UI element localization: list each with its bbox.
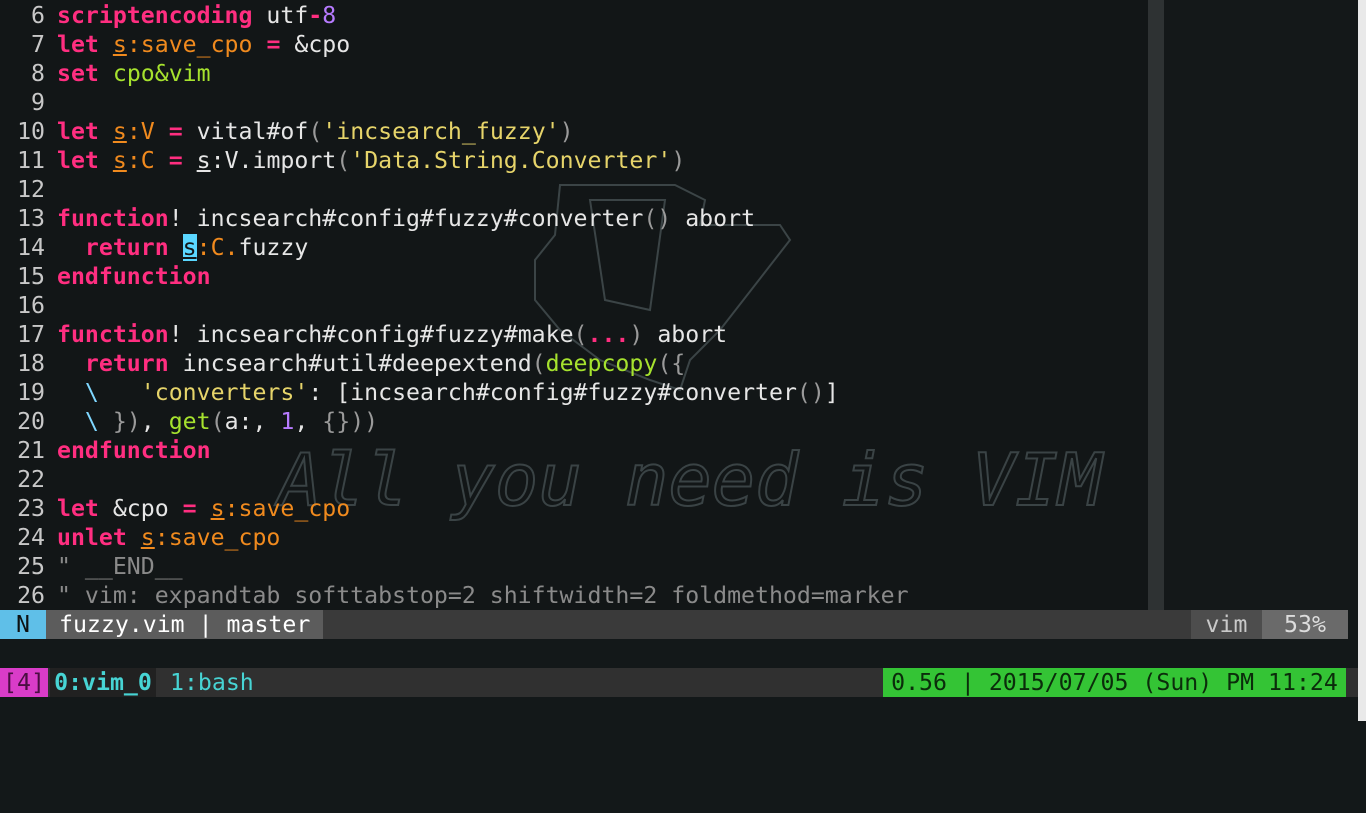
vim-statusline: N fuzzy.vim | master vim 53% bbox=[0, 610, 1348, 639]
code-line[interactable]: 9 bbox=[0, 88, 1148, 117]
line-number: 15 bbox=[17, 263, 45, 290]
code-line[interactable]: 16 bbox=[0, 291, 1148, 320]
scroll-percentage: 53% bbox=[1262, 610, 1348, 639]
line-number: 22 bbox=[17, 466, 45, 493]
line-content: let &cpo = s:save_cpo bbox=[57, 495, 351, 522]
code-line[interactable]: 12 bbox=[0, 175, 1148, 204]
line-number: 26 bbox=[17, 582, 45, 609]
code-line[interactable]: 11 let s:C = s:V.import('Data.String.Conv… bbox=[0, 146, 1148, 175]
line-number: 17 bbox=[17, 321, 45, 348]
line-content: \ 'converters': [incsearch#config#fuzzy#… bbox=[84, 379, 839, 406]
code-line[interactable]: 10 let s:V = vital#of('incsearch_fuzzy') bbox=[0, 117, 1148, 146]
code-line[interactable]: 17 function! incsearch#config#fuzzy#make(… bbox=[0, 320, 1148, 349]
line-content: let s:save_cpo = &cpo bbox=[57, 31, 351, 58]
line-content: function! incsearch#config#fuzzy#convert… bbox=[57, 205, 756, 232]
line-number: 25 bbox=[17, 553, 45, 580]
window-right-edge bbox=[1358, 0, 1366, 721]
line-content: let s:C = s:V.import('Data.String.Conver… bbox=[57, 147, 686, 174]
line-content: " __END__ bbox=[57, 553, 183, 580]
tmux-window-vim[interactable]: 0:vim_0 bbox=[50, 668, 156, 697]
code-line[interactable]: 18 return incsearch#util#deepextend(deep… bbox=[0, 349, 1148, 378]
line-number: 21 bbox=[17, 437, 45, 464]
line-number: 24 bbox=[17, 524, 45, 551]
right-empty-pane[interactable] bbox=[1164, 0, 1358, 610]
line-number: 18 bbox=[17, 350, 45, 377]
line-content: unlet s:save_cpo bbox=[57, 524, 281, 551]
line-content: function! incsearch#config#fuzzy#make(..… bbox=[57, 321, 728, 348]
line-number: 16 bbox=[17, 292, 45, 319]
line-number: 9 bbox=[31, 89, 45, 116]
code-line[interactable]: 21 endfunction bbox=[0, 436, 1148, 465]
line-content: scriptencoding utf-8 bbox=[57, 2, 337, 29]
line-content: \ }), get(a:, 1, {})) bbox=[84, 408, 379, 435]
code-line[interactable]: 7 let s:save_cpo = &cpo bbox=[0, 30, 1148, 59]
line-content: endfunction bbox=[57, 437, 211, 464]
tmux-session[interactable]: [4] bbox=[0, 668, 48, 697]
code-line[interactable]: 8 set cpo&vim bbox=[0, 59, 1148, 88]
line-content: let s:V = vital#of('incsearch_fuzzy') bbox=[57, 118, 574, 145]
line-number: 20 bbox=[17, 408, 45, 435]
tmux-load-and-clock: 0.56 | 2015/07/05 (Sun) PM 11:24 bbox=[883, 668, 1346, 697]
tmux-window-bash[interactable]: 1:bash bbox=[170, 668, 254, 697]
code-line[interactable]: 26 " vim: expandtab softtabstop=2 shiftwi… bbox=[0, 581, 1148, 610]
line-number: 6 bbox=[31, 2, 45, 29]
line-number: 12 bbox=[17, 176, 45, 203]
line-content: return s:C.fuzzy bbox=[84, 234, 309, 261]
line-number: 13 bbox=[17, 205, 45, 232]
code-line[interactable]: 6 scriptencoding utf-8 bbox=[0, 1, 1148, 30]
code-line[interactable]: 15 endfunction bbox=[0, 262, 1148, 291]
line-number: 14 bbox=[17, 234, 45, 261]
line-content: endfunction bbox=[57, 263, 211, 290]
line-content: " vim: expandtab softtabstop=2 shiftwidt… bbox=[57, 582, 909, 609]
line-number: 8 bbox=[31, 60, 45, 87]
line-content: return incsearch#util#deepextend(deepcop… bbox=[84, 350, 686, 377]
line-number: 10 bbox=[17, 118, 45, 145]
code-line[interactable]: 24 unlet s:save_cpo bbox=[0, 523, 1148, 552]
code-line[interactable]: 14 return s:C.fuzzy bbox=[0, 233, 1148, 262]
code-line[interactable]: 25 " __END__ bbox=[0, 552, 1148, 581]
tmux-statusbar: [4] 0:vim_0 1:bash 0.56 | 2015/07/05 (Su… bbox=[0, 668, 1358, 697]
code-line[interactable]: 20 \ }), get(a:, 1, {})) bbox=[0, 407, 1148, 436]
vertical-split-separator[interactable] bbox=[1148, 0, 1164, 610]
code-line[interactable]: 13 function! incsearch#config#fuzzy#conve… bbox=[0, 204, 1148, 233]
file-branch-info: fuzzy.vim | master bbox=[46, 610, 324, 639]
line-number: 23 bbox=[17, 495, 45, 522]
line-number: 19 bbox=[17, 379, 45, 406]
mode-indicator: N bbox=[0, 610, 46, 639]
line-content: set cpo&vim bbox=[57, 60, 211, 87]
vim-editor-pane[interactable]: All you need is VIM 6 scriptencoding utf-… bbox=[0, 0, 1148, 610]
line-number: 11 bbox=[17, 147, 45, 174]
line-number: 7 bbox=[31, 31, 45, 58]
code-line[interactable]: 23 let &cpo = s:save_cpo bbox=[0, 494, 1148, 523]
terminal-bottom-margin bbox=[0, 697, 1358, 721]
filetype-indicator: vim bbox=[1191, 610, 1262, 639]
code-line[interactable]: 22 bbox=[0, 465, 1148, 494]
code-line[interactable]: 19 \ 'converters': [incsearch#config#fuz… bbox=[0, 378, 1148, 407]
